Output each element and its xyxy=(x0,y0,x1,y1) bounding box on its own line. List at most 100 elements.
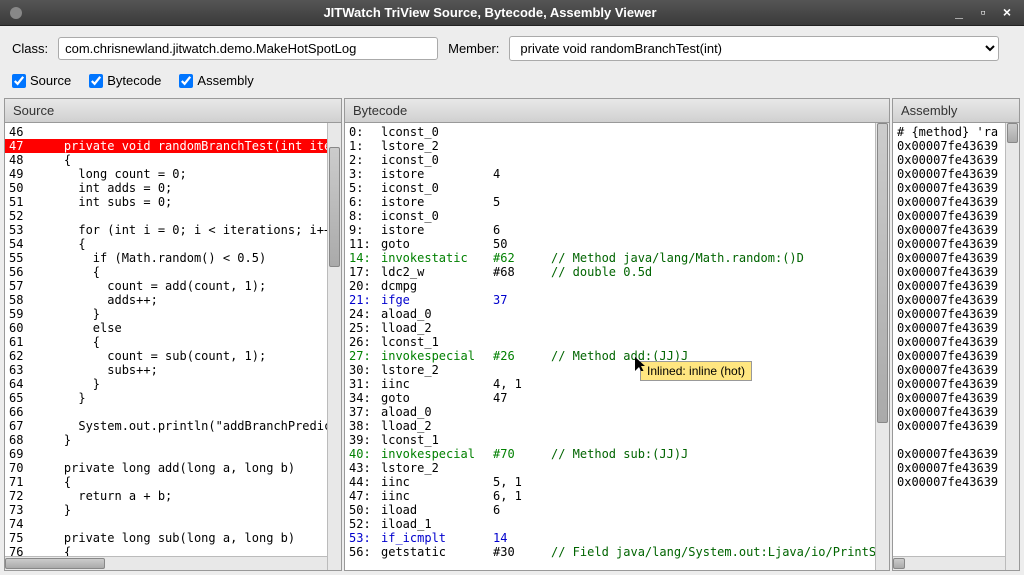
assembly-line[interactable]: 0x00007fe43639 xyxy=(893,447,1019,461)
assembly-line[interactable]: 0x00007fe43639 xyxy=(893,405,1019,419)
bytecode-line[interactable]: 2:iconst_0 xyxy=(345,153,889,167)
source-vscrollbar[interactable] xyxy=(327,123,341,570)
source-hscrollbar[interactable] xyxy=(5,556,327,570)
close-button[interactable]: × xyxy=(998,6,1016,20)
source-line[interactable]: 64 } xyxy=(5,377,341,391)
bytecode-line[interactable]: 0:lconst_0 xyxy=(345,125,889,139)
bytecode-line[interactable]: 5:iconst_0 xyxy=(345,181,889,195)
source-line[interactable]: 65 } xyxy=(5,391,341,405)
bytecode-line[interactable]: 6:istore5 xyxy=(345,195,889,209)
bytecode-line[interactable]: 25:lload_2 xyxy=(345,321,889,335)
source-line[interactable]: 75 private long sub(long a, long b) xyxy=(5,531,341,545)
assembly-line[interactable]: 0x00007fe43639 xyxy=(893,237,1019,251)
bytecode-line[interactable]: 52:iload_1 xyxy=(345,517,889,531)
bytecode-line[interactable]: 47:iinc6, 1 xyxy=(345,489,889,503)
source-line[interactable]: 70 private long add(long a, long b) xyxy=(5,461,341,475)
bytecode-checkbox-label[interactable]: Bytecode xyxy=(89,73,161,88)
source-line[interactable]: 46 xyxy=(5,125,341,139)
assembly-line[interactable]: 0x00007fe43639 xyxy=(893,223,1019,237)
assembly-line[interactable]: 0x00007fe43639 xyxy=(893,139,1019,153)
assembly-line[interactable]: 0x00007fe43639 xyxy=(893,363,1019,377)
assembly-line[interactable] xyxy=(893,433,1019,447)
minimize-button[interactable]: _ xyxy=(950,6,968,20)
assembly-line[interactable]: 0x00007fe43639 xyxy=(893,181,1019,195)
bytecode-line[interactable]: 39:lconst_1 xyxy=(345,433,889,447)
bytecode-line[interactable]: 50:iload6 xyxy=(345,503,889,517)
source-line[interactable]: 47 private void randomBranchTest(int ite… xyxy=(5,139,341,153)
maximize-button[interactable]: ▫ xyxy=(974,6,992,20)
source-line[interactable]: 53 for (int i = 0; i < iterations; i++) xyxy=(5,223,341,237)
source-panel-body[interactable]: 4647 private void randomBranchTest(int i… xyxy=(5,123,341,570)
source-line[interactable]: 63 subs++; xyxy=(5,363,341,377)
assembly-checkbox-label[interactable]: Assembly xyxy=(179,73,253,88)
assembly-line[interactable]: 0x00007fe43639 xyxy=(893,167,1019,181)
assembly-panel-body[interactable]: # {method} 'ra0x00007fe436390x00007fe436… xyxy=(893,123,1019,570)
bytecode-line[interactable]: 3:istore4 xyxy=(345,167,889,181)
member-select[interactable]: private void randomBranchTest(int) xyxy=(509,36,999,61)
source-line[interactable]: 56 { xyxy=(5,265,341,279)
assembly-line[interactable]: 0x00007fe43639 xyxy=(893,475,1019,489)
source-line[interactable]: 61 { xyxy=(5,335,341,349)
bytecode-line[interactable]: 31:iinc4, 1 xyxy=(345,377,889,391)
source-line[interactable]: 57 count = add(count, 1); xyxy=(5,279,341,293)
source-line[interactable]: 74 xyxy=(5,517,341,531)
bytecode-line[interactable]: 30:lstore_2 xyxy=(345,363,889,377)
bytecode-line[interactable]: 34:goto47 xyxy=(345,391,889,405)
assembly-line[interactable]: 0x00007fe43639 xyxy=(893,279,1019,293)
bytecode-line[interactable]: 38:lload_2 xyxy=(345,419,889,433)
bytecode-line[interactable]: 21:ifge37 xyxy=(345,293,889,307)
source-line[interactable]: 58 adds++; xyxy=(5,293,341,307)
assembly-line[interactable]: 0x00007fe43639 xyxy=(893,251,1019,265)
source-line[interactable]: 71 { xyxy=(5,475,341,489)
source-checkbox[interactable] xyxy=(12,74,26,88)
assembly-line[interactable]: 0x00007fe43639 xyxy=(893,377,1019,391)
bytecode-line[interactable]: 9:istore6 xyxy=(345,223,889,237)
source-line[interactable]: 51 int subs = 0; xyxy=(5,195,341,209)
source-line[interactable]: 55 if (Math.random() < 0.5) xyxy=(5,251,341,265)
source-line[interactable]: 62 count = sub(count, 1); xyxy=(5,349,341,363)
assembly-line[interactable]: 0x00007fe43639 xyxy=(893,209,1019,223)
source-line[interactable]: 72 return a + b; xyxy=(5,489,341,503)
bytecode-line[interactable]: 40:invokespecial#70// Method sub:(JJ)J xyxy=(345,447,889,461)
assembly-checkbox[interactable] xyxy=(179,74,193,88)
source-line[interactable]: 48 { xyxy=(5,153,341,167)
bytecode-line[interactable]: 17:ldc2_w#68// double 0.5d xyxy=(345,265,889,279)
source-line[interactable]: 73 } xyxy=(5,503,341,517)
assembly-line[interactable]: 0x00007fe43639 xyxy=(893,153,1019,167)
source-line[interactable]: 54 { xyxy=(5,237,341,251)
assembly-line[interactable]: 0x00007fe43639 xyxy=(893,307,1019,321)
bytecode-checkbox[interactable] xyxy=(89,74,103,88)
bytecode-line[interactable]: 20:dcmpg xyxy=(345,279,889,293)
source-checkbox-label[interactable]: Source xyxy=(12,73,71,88)
bytecode-line[interactable]: 11:goto50 xyxy=(345,237,889,251)
bytecode-line[interactable]: 56:getstatic#30// Field java/lang/System… xyxy=(345,545,889,559)
source-line[interactable]: 50 int adds = 0; xyxy=(5,181,341,195)
bytecode-line[interactable]: 44:iinc5, 1 xyxy=(345,475,889,489)
bytecode-line[interactable]: 14:invokestatic#62// Method java/lang/Ma… xyxy=(345,251,889,265)
assembly-line[interactable]: 0x00007fe43639 xyxy=(893,293,1019,307)
bytecode-line[interactable]: 53:if_icmplt14 xyxy=(345,531,889,545)
assembly-line[interactable]: 0x00007fe43639 xyxy=(893,335,1019,349)
bytecode-line[interactable]: 26:lconst_1 xyxy=(345,335,889,349)
source-line[interactable]: 66 xyxy=(5,405,341,419)
source-line[interactable]: 49 long count = 0; xyxy=(5,167,341,181)
source-line[interactable]: 59 } xyxy=(5,307,341,321)
assembly-line[interactable]: 0x00007fe43639 xyxy=(893,461,1019,475)
source-line[interactable]: 69 xyxy=(5,447,341,461)
assembly-line[interactable]: 0x00007fe43639 xyxy=(893,321,1019,335)
assembly-line[interactable]: 0x00007fe43639 xyxy=(893,419,1019,433)
bytecode-panel-body[interactable]: 0:lconst_01:lstore_22:iconst_03:istore45… xyxy=(345,123,889,570)
source-line[interactable]: 67 System.out.println("addBranchPredict: xyxy=(5,419,341,433)
source-line[interactable]: 60 else xyxy=(5,321,341,335)
assembly-vscrollbar[interactable] xyxy=(1005,123,1019,570)
bytecode-vscrollbar[interactable] xyxy=(875,123,889,570)
assembly-hscrollbar[interactable] xyxy=(893,556,1005,570)
source-line[interactable]: 68 } xyxy=(5,433,341,447)
source-line[interactable]: 52 xyxy=(5,209,341,223)
assembly-line[interactable]: 0x00007fe43639 xyxy=(893,195,1019,209)
assembly-line[interactable]: 0x00007fe43639 xyxy=(893,391,1019,405)
bytecode-line[interactable]: 24:aload_0 xyxy=(345,307,889,321)
assembly-line[interactable]: 0x00007fe43639 xyxy=(893,265,1019,279)
assembly-line[interactable]: 0x00007fe43639 xyxy=(893,349,1019,363)
bytecode-line[interactable]: 43:lstore_2 xyxy=(345,461,889,475)
